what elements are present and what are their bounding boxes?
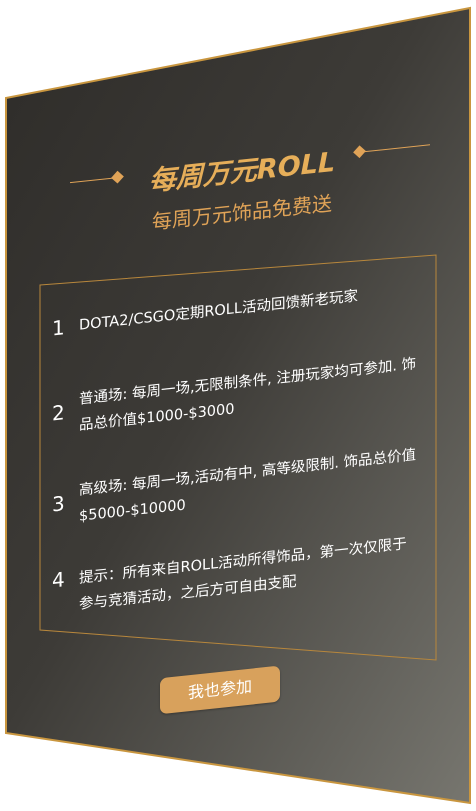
rule-text: DOTA2/CSGO定期ROLL活动回馈新老玩家 (79, 288, 358, 334)
rule-number: 1 (52, 315, 65, 341)
card-content: 每周万元ROLL 每周万元饰品免费送 1 DOTA2/CSGO定期ROLL活动回… (0, 0, 476, 811)
rule-item-2: 2 普通场: 每周一场,无限制条件, 注册玩家均可参加. 饰品总价值$1000-… (52, 352, 416, 433)
rule-text: 普通场: 每周一场,无限制条件, 注册玩家均可参加. 饰品总价值$1000-$3… (79, 356, 417, 434)
rule-number: 2 (52, 400, 65, 426)
roll-promo-card: 每周万元ROLL 每周万元饰品免费送 1 DOTA2/CSGO定期ROLL活动回… (0, 0, 476, 811)
rule-item-4: 4 提示：所有来自ROLL活动所得饰品，第一次仅限于参与竞猜活动，之后方可自由支… (52, 531, 412, 612)
rule-text: 提示：所有来自ROLL活动所得饰品，第一次仅限于参与竞猜活动，之后方可自由支配 (79, 536, 407, 613)
rule-item-3: 3 高级场: 每周一场,活动有中, 高等级限制. 饰品总价值$5000-$100… (52, 443, 416, 524)
rule-number: 3 (52, 491, 65, 517)
rule-number: 4 (52, 567, 65, 593)
rule-item-1: 1 DOTA2/CSGO定期ROLL活动回馈新老玩家 (52, 279, 412, 340)
join-button[interactable]: 我也参加 (160, 665, 280, 715)
rule-text: 高级场: 每周一场,活动有中, 高等级限制. 饰品总价值$5000-$10000 (79, 447, 417, 525)
